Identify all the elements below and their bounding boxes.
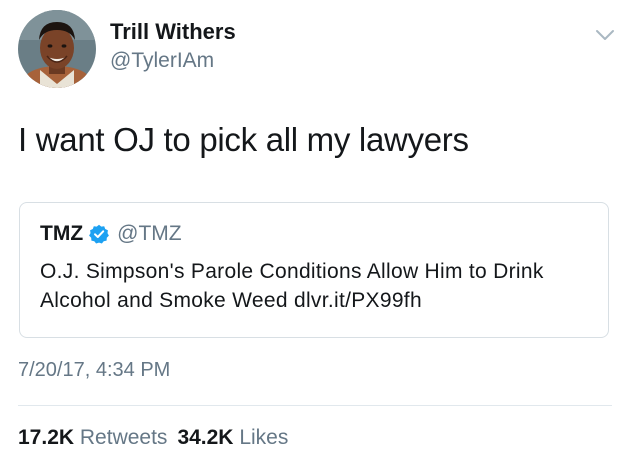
chevron-down-icon (596, 30, 614, 40)
stats-divider (18, 405, 612, 406)
quoted-tweet-card[interactable]: TMZ @TMZ O.J. Simpson's Parole Condition… (19, 202, 609, 338)
likes-label: Likes (239, 426, 289, 449)
avatar[interactable] (18, 10, 96, 88)
verified-badge-icon (89, 224, 110, 244)
tweet-timestamp[interactable]: 7/20/17, 4:34 PM (18, 359, 170, 382)
likes-count: 34.2K (177, 426, 234, 449)
tweet-stats: 17.2K Retweets 34.2K Likes (18, 426, 288, 450)
quoted-tweet-author-name: TMZ (40, 222, 84, 245)
retweets-count: 17.2K (18, 426, 75, 449)
tweet-menu-button[interactable] (594, 24, 616, 46)
retweets-stat[interactable]: 17.2K Retweets (18, 426, 167, 449)
quoted-tweet-header: TMZ @TMZ (40, 222, 182, 246)
likes-stat[interactable]: 34.2K Likes (177, 426, 288, 449)
tweet-text: I want OJ to pick all my lawyers (18, 121, 469, 158)
quoted-tweet-handle: @TMZ (117, 222, 182, 245)
author-display-name[interactable]: Trill Withers (110, 19, 236, 45)
profile-photo (18, 10, 96, 88)
retweets-label: Retweets (79, 426, 168, 449)
quoted-tweet-text: O.J. Simpson's Parole Conditions Allow H… (40, 260, 544, 312)
author-handle[interactable]: @TylerIAm (110, 49, 214, 73)
